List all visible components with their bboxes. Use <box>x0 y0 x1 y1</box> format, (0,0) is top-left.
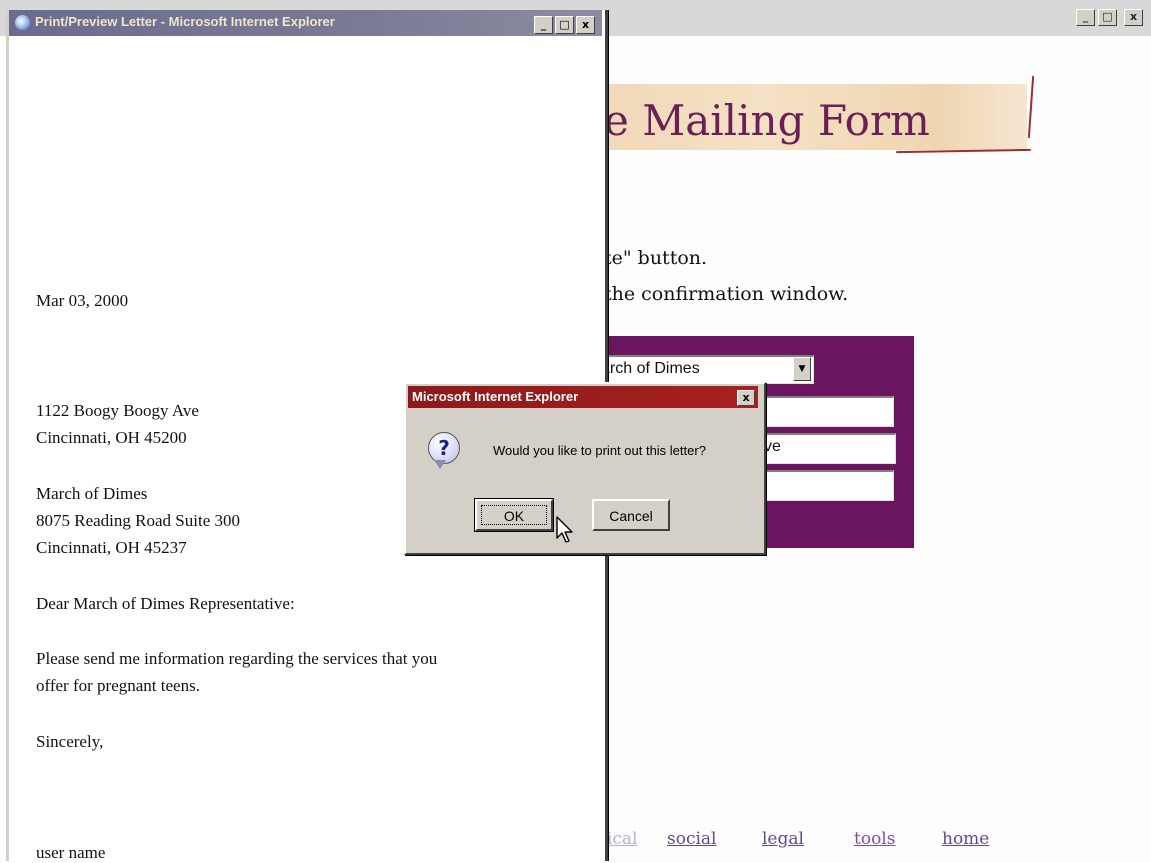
nav-link-legal[interactable]: legal <box>762 829 804 849</box>
instruction-line-2: the confirmation window. <box>604 283 849 305</box>
sender-address-line-2: Cincinnati, OH 45200 <box>36 428 187 447</box>
ok-button[interactable]: OK <box>474 498 554 532</box>
nav-link-social[interactable]: social <box>667 829 717 849</box>
recipient-line-1: March of Dimes <box>36 484 148 503</box>
recipient-line-3: Cincinnati, OH 45237 <box>36 538 187 557</box>
form-field-3[interactable] <box>760 470 894 501</box>
confirm-dialog: Microsoft Internet Explorer x ? Would yo… <box>404 382 766 555</box>
mouse-cursor-icon <box>556 516 573 543</box>
sender-address-line-1: 1122 Boogy Boogy Ave <box>36 401 199 420</box>
chevron-down-icon[interactable]: ▼ <box>793 357 811 381</box>
letter-body-line-2: offer for pregnant teens. <box>36 676 200 695</box>
organization-select[interactable]: arch of Dimes <box>599 355 814 384</box>
cancel-button-label: Cancel <box>609 508 653 524</box>
letter-body-line-1: Please send me information regarding the… <box>36 649 438 668</box>
focus-ring <box>481 505 547 525</box>
popup-close-button[interactable]: x <box>576 16 595 34</box>
dialog-close-button[interactable]: x <box>737 390 755 406</box>
nav-link-tools[interactable]: tools <box>854 829 895 849</box>
form-field-1[interactable] <box>760 396 894 427</box>
dialog-message: Would you like to print out this letter? <box>493 443 706 458</box>
letter-signature: user name <box>36 843 106 862</box>
nav-link-home[interactable]: home <box>942 829 989 849</box>
letter-salutation: Dear March of Dimes Representative: <box>36 594 295 613</box>
question-icon-tail <box>434 460 446 469</box>
page-title: e Mailing Form <box>604 96 930 145</box>
letter-date: Mar 03, 2000 <box>36 291 129 310</box>
minimize-button[interactable]: _ <box>1076 9 1095 26</box>
popup-maximize-button[interactable]: □ <box>555 16 574 34</box>
banner-decoration <box>1027 76 1035 138</box>
recipient-line-2: 8075 Reading Road Suite 300 <box>36 511 240 530</box>
dialog-title: Microsoft Internet Explorer <box>412 389 579 404</box>
cancel-button[interactable]: Cancel <box>592 499 670 531</box>
popup-minimize-button[interactable]: _ <box>534 16 553 34</box>
popup-title: Print/Preview Letter - Microsoft Interne… <box>35 14 335 29</box>
ie-icon <box>15 15 30 30</box>
dialog-titlebar[interactable]: Microsoft Internet Explorer x <box>408 386 758 408</box>
instruction-line-1: te" button. <box>604 247 708 269</box>
popup-titlebar[interactable]: Print/Preview Letter - Microsoft Interne… <box>9 10 602 36</box>
close-button[interactable]: x <box>1124 9 1143 26</box>
letter-closing: Sincerely, <box>36 732 104 751</box>
maximize-button[interactable]: □ <box>1098 9 1117 26</box>
form-field-2[interactable]: ve <box>760 433 896 464</box>
